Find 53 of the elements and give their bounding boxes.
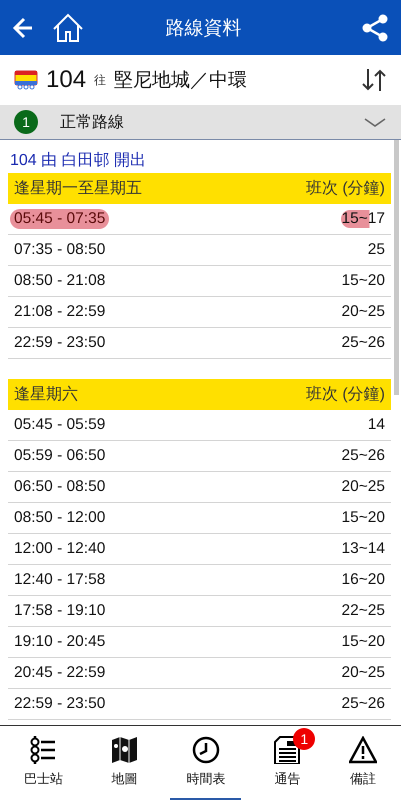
frequency: 20~25 (341, 664, 385, 682)
time-range: 08:50 - 12:00 (14, 509, 106, 527)
destination: 堅尼地城／中環 (114, 69, 248, 93)
time-range: 05:45 - 05:59 (14, 416, 106, 434)
screen-title: 路線資料 (164, 16, 242, 40)
frequency: 15~20 (341, 272, 385, 290)
column-label: 班次 (分鐘) (306, 384, 385, 405)
time-range: 20:45 - 22:59 (14, 664, 106, 682)
time-range: 07:35 - 08:50 (14, 241, 106, 259)
notification-badge: 1 (293, 728, 316, 750)
frequency: 14 (368, 416, 385, 434)
frequency: 25 (368, 241, 385, 259)
time-range: 21:08 - 22:59 (14, 303, 106, 321)
frequency: 15~17 (341, 210, 385, 228)
map-icon (110, 736, 139, 764)
time-range: 05:45 - 07:35 (10, 209, 110, 229)
direction-label: 往 (94, 72, 106, 88)
day-heading: 逢星期一至星期五 (14, 179, 142, 199)
stop-list-icon (29, 736, 58, 764)
column-label: 班次 (分鐘) (306, 178, 385, 199)
frequency: 20~25 (341, 478, 385, 496)
frequency: 22~25 (341, 602, 385, 620)
time-range: 17:58 - 19:10 (14, 602, 106, 620)
document-icon (273, 736, 302, 764)
frequency: 15~20 (341, 509, 385, 527)
frequency: 13~14 (341, 540, 385, 558)
time-range: 05:59 - 06:50 (14, 447, 106, 465)
variant-badge: 1 (14, 110, 38, 134)
frequency: 25~26 (341, 334, 385, 352)
time-range: 06:50 - 08:50 (14, 478, 106, 496)
time-range: 12:00 - 12:40 (14, 540, 106, 558)
origin-text: 104 由 白田邨 開出 (9, 150, 148, 171)
clock-icon (192, 736, 220, 764)
warning-icon (349, 736, 378, 764)
route-variant-bar[interactable]: 1 正常路線 (0, 105, 401, 140)
frequency: 20~25 (341, 303, 385, 321)
frequency: 16~20 (341, 571, 385, 589)
frequency: 25~26 (341, 695, 385, 713)
scrollbar[interactable] (394, 140, 399, 395)
route-number: 104 (46, 66, 86, 94)
time-range: 08:50 - 21:08 (14, 272, 106, 290)
time-range: 12:40 - 17:58 (14, 571, 106, 589)
swap-direction-icon[interactable] (361, 67, 387, 93)
time-range: 19:10 - 20:45 (14, 633, 106, 651)
time-range: 22:59 - 23:50 (14, 334, 106, 352)
frequency: 15~20 (341, 633, 385, 651)
day-heading: 逢星期六 (14, 384, 78, 405)
time-range: 22:59 - 23:50 (14, 695, 106, 713)
bus-icon (14, 70, 38, 90)
frequency: 25~26 (341, 447, 385, 465)
chevron-icon[interactable] (363, 116, 387, 128)
share-icon[interactable] (361, 12, 389, 42)
variant-name: 正常路線 (60, 112, 125, 132)
